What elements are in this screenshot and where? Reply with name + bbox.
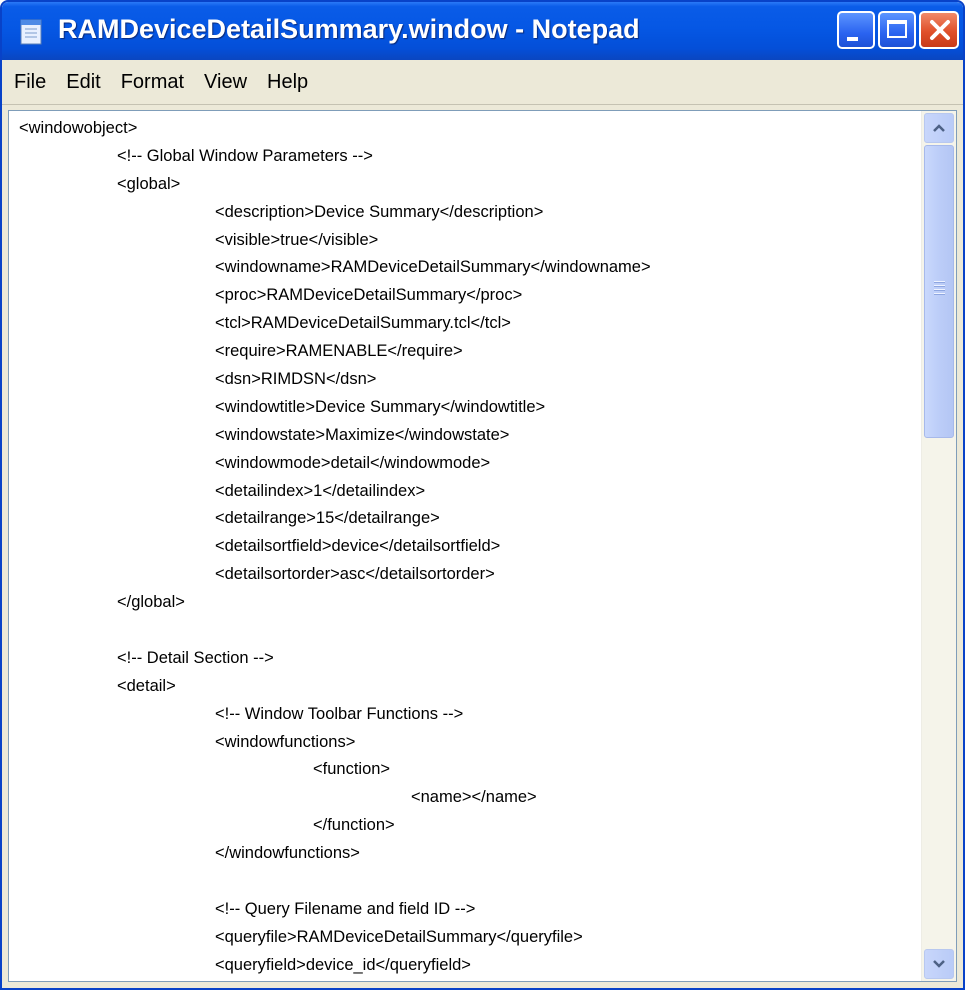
text-line: <detailindex>1</detailindex> xyxy=(215,481,426,500)
scrollbar-thumb[interactable] xyxy=(924,145,954,438)
text-line: <name></name> xyxy=(411,788,537,807)
text-line: <global> xyxy=(117,174,181,193)
title-bar[interactable]: RAMDeviceDetailSummary.window - Notepad xyxy=(2,2,963,60)
text-line: <detail> xyxy=(117,676,176,695)
notepad-icon xyxy=(20,19,42,45)
maximize-icon xyxy=(887,20,907,38)
text-line: <tcl>RAMDeviceDetailSummary.tcl</tcl> xyxy=(215,314,511,333)
window-title: RAMDeviceDetailSummary.window - Notepad xyxy=(58,14,640,44)
text-line: <detailrange>15</detailrange> xyxy=(215,509,440,528)
close-button[interactable] xyxy=(919,11,959,49)
text-line: <queryfile>RAMDeviceDetailSummary</query… xyxy=(215,927,583,946)
document-text-area[interactable]: <windowobject> <!-- Global Window Paramet… xyxy=(9,111,918,981)
menu-bar: File Edit Format View Help xyxy=(2,60,963,105)
text-line: <detailsortfield>device</detailsortfield… xyxy=(215,537,501,556)
text-line xyxy=(19,617,918,645)
vertical-scrollbar[interactable] xyxy=(921,111,956,981)
text-line: </function> xyxy=(313,816,395,835)
text-line: <function> xyxy=(313,760,391,779)
text-line: <!-- Global Window Parameters --> xyxy=(117,146,373,165)
text-line: <queryfield>device_id</queryfield> xyxy=(215,955,471,974)
text-line: <dsn>RIMDSN</dsn> xyxy=(215,370,377,389)
text-line: </windowfunctions> xyxy=(215,844,360,863)
text-line: <!-- Detail Section --> xyxy=(117,648,274,667)
text-line: <!-- Query Filename and field ID --> xyxy=(215,899,476,918)
thumb-grip xyxy=(934,289,945,290)
text-line: <!-- Window Toolbar Functions --> xyxy=(215,704,464,723)
text-editor[interactable]: <windowobject> <!-- Global Window Paramet… xyxy=(8,110,957,982)
text-line: <windowobject> xyxy=(19,119,138,137)
text-line: <detailsortorder>asc</detailsortorder> xyxy=(215,565,495,584)
chevron-up-icon xyxy=(933,124,945,132)
text-line: <description>Device Summary</description… xyxy=(215,202,544,221)
text-line: <windowtitle>Device Summary</windowtitle… xyxy=(215,397,546,416)
text-line: <windowfunctions> xyxy=(215,732,356,751)
thumb-grip xyxy=(934,293,945,294)
text-line: <windowname>RAMDeviceDetailSummary</wind… xyxy=(215,258,651,277)
text-line: <require>RAMENABLE</require> xyxy=(215,342,463,361)
chevron-down-icon xyxy=(933,960,945,968)
menu-help[interactable]: Help xyxy=(257,60,318,104)
text-line: <visible>true</visible> xyxy=(215,230,379,249)
menu-edit[interactable]: Edit xyxy=(56,60,110,104)
text-line: <proc>RAMDeviceDetailSummary</proc> xyxy=(215,286,523,305)
scroll-down-button[interactable] xyxy=(924,949,954,979)
close-icon xyxy=(930,20,950,40)
thumb-grip xyxy=(934,281,945,282)
text-line xyxy=(19,868,918,896)
maximize-button[interactable] xyxy=(878,11,916,49)
minimize-icon xyxy=(847,37,858,41)
notepad-window: RAMDeviceDetailSummary.window - Notepad … xyxy=(0,0,965,990)
menu-file[interactable]: File xyxy=(4,60,56,104)
minimize-button[interactable] xyxy=(837,11,875,49)
menu-view[interactable]: View xyxy=(194,60,257,104)
scroll-up-button[interactable] xyxy=(924,113,954,143)
text-line: </global> xyxy=(117,593,185,612)
thumb-grip xyxy=(934,285,945,286)
text-line: <windowmode>detail</windowmode> xyxy=(215,453,491,472)
text-line: <windowstate>Maximize</windowstate> xyxy=(215,425,510,444)
menu-format[interactable]: Format xyxy=(111,60,194,104)
